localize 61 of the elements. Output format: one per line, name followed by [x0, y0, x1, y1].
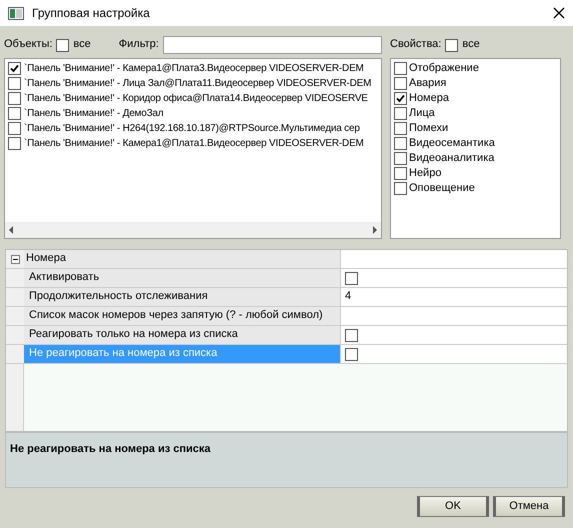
- property-label: Нейро: [409, 166, 442, 180]
- property-value-cell[interactable]: [341, 307, 567, 325]
- scroll-left-icon[interactable]: [8, 226, 14, 234]
- property-label: Видеосемантика: [409, 136, 495, 150]
- object-label: `Панель 'Внимание!' - Камера1@Плата3.Видеосервер VIDEOSERVER-DEM: [24, 62, 364, 74]
- ok-button[interactable]: OK: [417, 496, 489, 517]
- collapse-icon[interactable]: [10, 254, 20, 264]
- checkbox[interactable]: [345, 328, 358, 342]
- property-name-cell[interactable]: Продолжительность отслеживания: [24, 288, 341, 306]
- checkbox[interactable]: [394, 62, 407, 75]
- property-label: Авария: [409, 76, 446, 90]
- property-name-cell[interactable]: Список масок номеров через запятую (? - любой символ): [24, 307, 341, 325]
- all-properties-label: все: [462, 38, 480, 52]
- property-value[interactable]: 4: [345, 290, 352, 304]
- all-objects-label: все: [73, 38, 91, 52]
- object-label: `Панель 'Внимание!' - Лица Зал@Плата11.Видеосервер VIDEOSERVER-DEM: [24, 78, 372, 90]
- checkbox[interactable]: [394, 182, 407, 195]
- all-checkbox[interactable]: [445, 38, 458, 52]
- checkbox[interactable]: [345, 272, 358, 284]
- checkbox[interactable]: [394, 107, 407, 120]
- property-name-cell[interactable]: Активировать: [24, 269, 341, 287]
- property-label: Отображение: [409, 62, 479, 76]
- property-value-cell[interactable]: [341, 269, 567, 287]
- checkbox[interactable]: [345, 348, 358, 360]
- checkbox[interactable]: [394, 152, 407, 165]
- property-label: Номера: [409, 92, 449, 106]
- object-label: `Панель 'Внимание!' - Коридор офиса@Плата14.Видеосервер VIDEOSERVE: [24, 92, 368, 104]
- property-value-cell[interactable]: 4: [341, 288, 567, 306]
- app-icon: [8, 6, 24, 20]
- checkbox[interactable]: [394, 77, 407, 90]
- property-label: Видеоаналитика: [409, 152, 494, 166]
- scroll-right-icon[interactable]: [372, 226, 378, 234]
- property-name-cell[interactable]: Реагировать только на номера из списка: [24, 326, 341, 344]
- property-label: Оповещение: [409, 182, 475, 196]
- property-value-cell[interactable]: [341, 326, 567, 344]
- property-label: Лица: [409, 106, 435, 120]
- checkbox[interactable]: [8, 107, 21, 120]
- checkbox[interactable]: [394, 167, 407, 180]
- checkbox[interactable]: [8, 77, 21, 90]
- checkbox[interactable]: [8, 137, 21, 150]
- property-value-cell[interactable]: [341, 345, 567, 363]
- checkbox[interactable]: [394, 137, 407, 150]
- window-title: Групповая настройка: [32, 6, 151, 20]
- checkbox[interactable]: [8, 62, 21, 75]
- checkbox[interactable]: [8, 122, 21, 135]
- object-label: `Панель 'Внимание!' - H264(192.168.10.187)@RTPSource.Мультимедиа сер: [24, 122, 360, 134]
- property-description: Не реагировать на номера из списка: [10, 443, 211, 455]
- cancel-button[interactable]: Отмена: [493, 496, 565, 517]
- checkbox[interactable]: [394, 92, 407, 105]
- object-label: `Панель 'Внимание!' - ДемоЗал: [24, 108, 164, 120]
- checkbox[interactable]: [394, 122, 407, 135]
- object-label: `Панель 'Внимание!' - Камера1@Плата1.Видеосервер VIDEOSERVER-DEM: [24, 138, 364, 150]
- all-checkbox[interactable]: [56, 38, 70, 52]
- filter-label: Фильтр:: [118, 38, 159, 52]
- close-icon[interactable]: [553, 7, 565, 19]
- property-label: Помехи: [409, 122, 448, 136]
- checkbox[interactable]: [8, 92, 21, 105]
- category-header[interactable]: Номера: [24, 250, 341, 268]
- objects-label: Объекты:: [4, 38, 52, 52]
- properties-label: Свойства:: [390, 38, 442, 52]
- filter-field[interactable]: [162, 36, 382, 54]
